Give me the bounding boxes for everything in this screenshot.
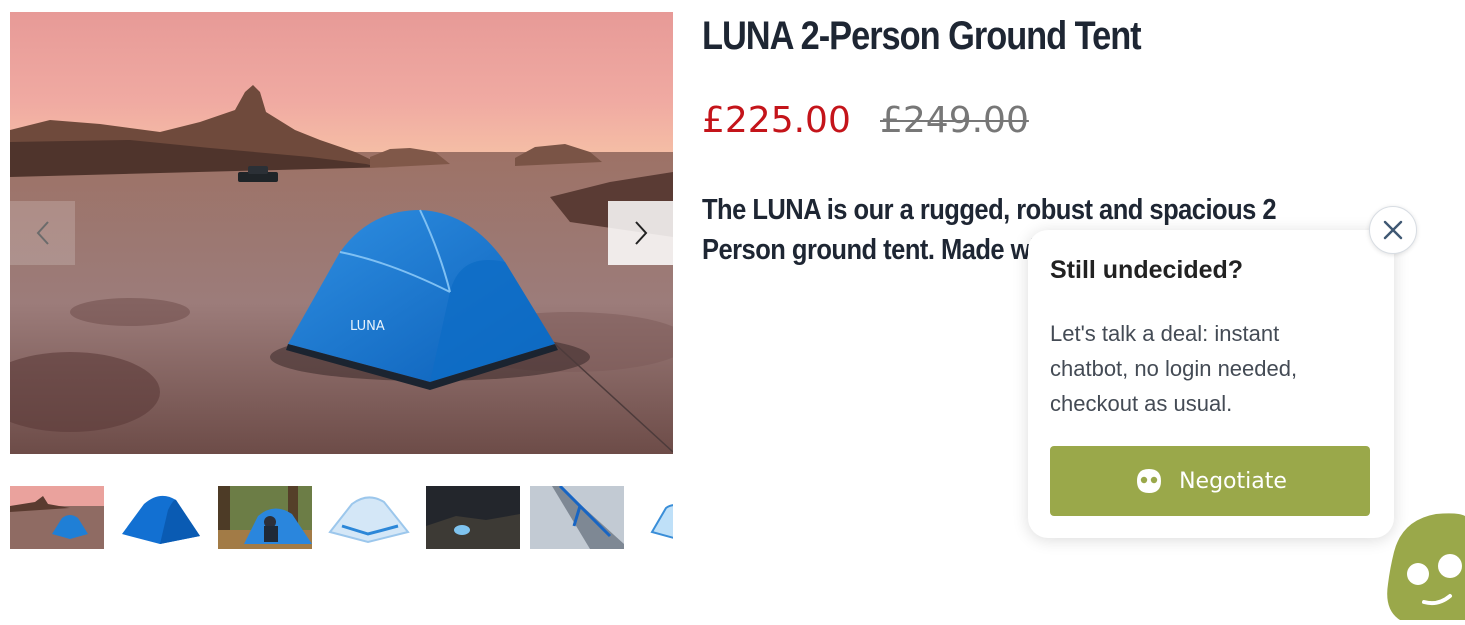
chatbot-face-icon	[1137, 469, 1162, 493]
original-price: £249.00	[880, 100, 1029, 141]
thumbnail-mesh-tent[interactable]	[322, 486, 416, 549]
thumbnail-blue-tent[interactable]	[114, 486, 208, 549]
thumbnail-tent-detail[interactable]	[530, 486, 624, 549]
thumbnail-tent-partial[interactable]	[634, 486, 673, 549]
thumbnail-night-tent[interactable]	[426, 486, 520, 549]
chevron-right-icon	[634, 221, 647, 245]
tent-photo: LUNA	[10, 12, 673, 454]
tent-brand-label: LUNA	[350, 319, 385, 334]
product-title: LUNA 2-Person Ground Tent	[702, 14, 1142, 58]
thumbnail-desert-tent[interactable]	[10, 486, 104, 549]
thumbnail-strip	[10, 486, 673, 550]
chevron-left-icon	[36, 221, 49, 245]
popup-close-button[interactable]	[1369, 206, 1417, 254]
negotiation-popup: Still undecided? Let's talk a deal: inst…	[1028, 230, 1394, 538]
gallery-next-button[interactable]	[608, 201, 673, 265]
close-icon	[1383, 220, 1403, 240]
chatbot-mascot-icon	[1387, 513, 1465, 620]
gallery-prev-button[interactable]	[10, 201, 75, 265]
negotiate-button-label: Negotiate	[1179, 468, 1287, 494]
thumbnail-forest-tent[interactable]	[218, 486, 312, 549]
current-price: £225.00	[702, 100, 851, 141]
popup-title: Still undecided?	[1050, 256, 1244, 284]
product-main-image[interactable]: LUNA	[10, 12, 673, 454]
chatbot-mascot-launcher[interactable]	[1384, 510, 1465, 620]
popup-body: Let's talk a deal: instant chatbot, no l…	[1050, 321, 1298, 416]
negotiate-button[interactable]: Negotiate	[1050, 446, 1370, 516]
